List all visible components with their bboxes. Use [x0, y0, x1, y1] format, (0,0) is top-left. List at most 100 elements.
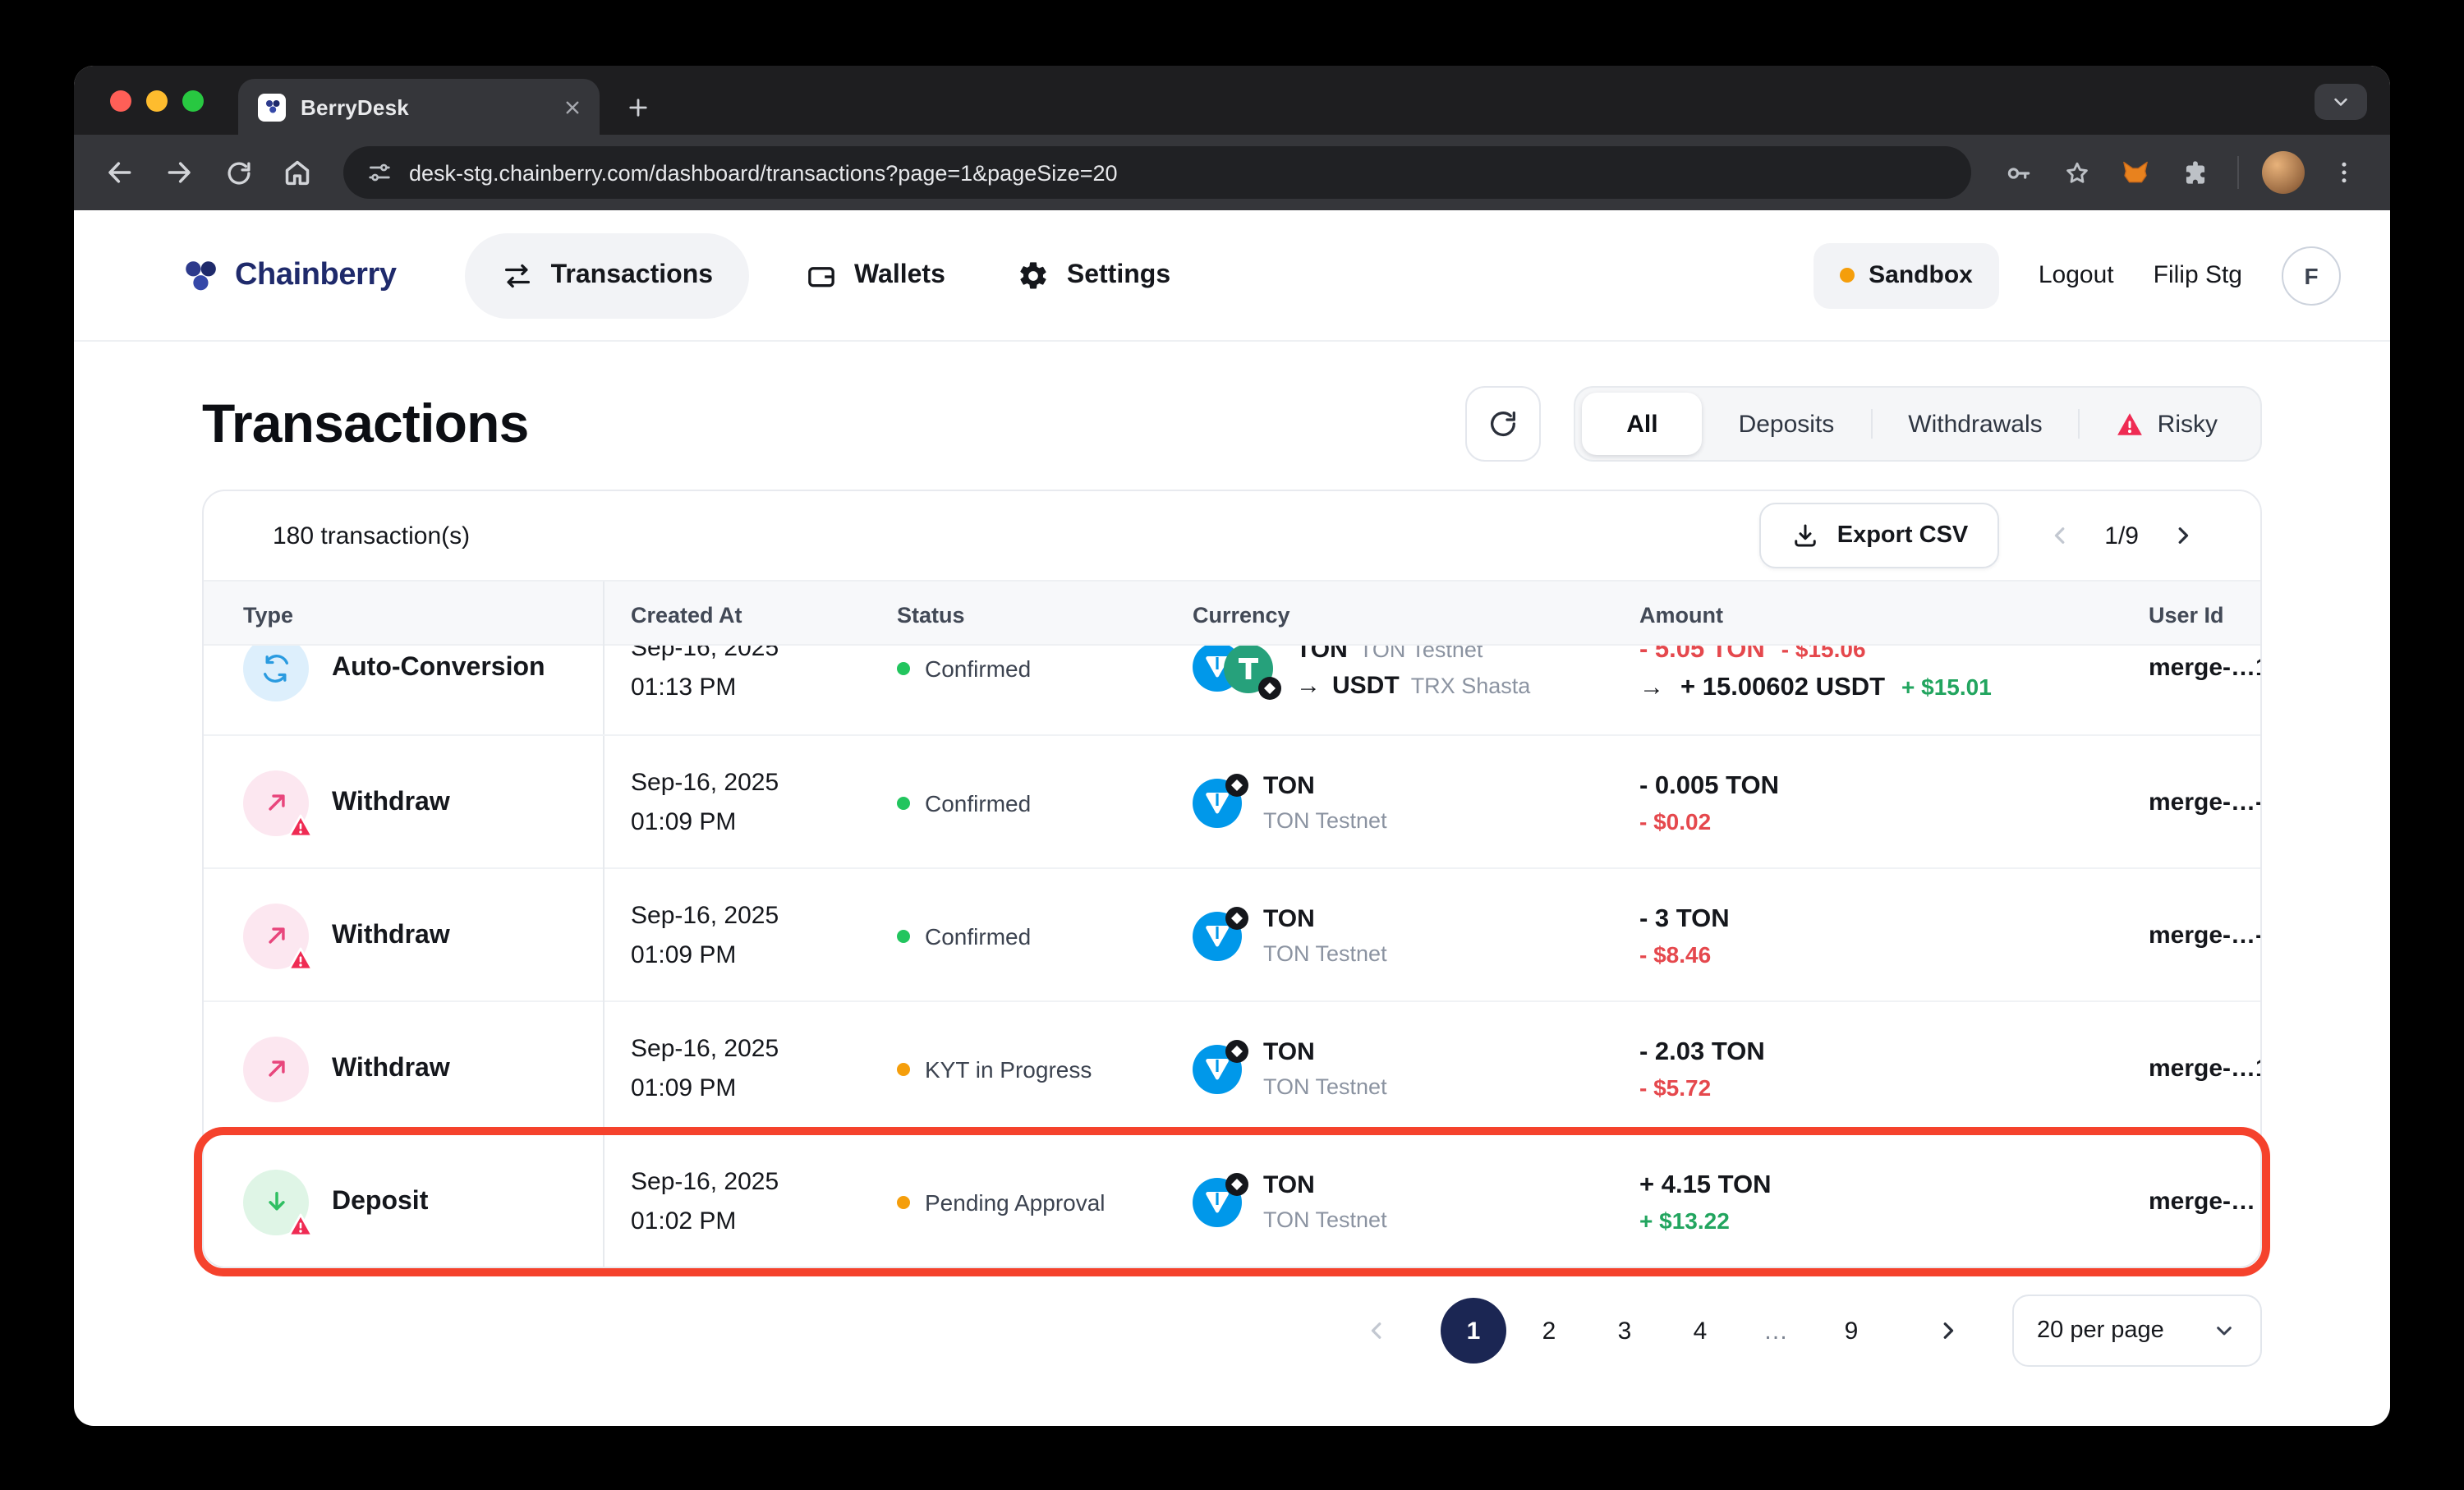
- toolbar-separator: [2237, 156, 2239, 189]
- tab-search-button[interactable]: [2315, 84, 2367, 120]
- browser-tab[interactable]: BerryDesk: [238, 79, 600, 135]
- conversion-arrow: →: [1639, 673, 1664, 701]
- user-id: merge-…-: [2122, 789, 2260, 816]
- transaction-date: Sep-16, 2025: [631, 646, 871, 668]
- table-row[interactable]: Withdraw Sep-16, 2025 01:09 PM Confirmed: [204, 867, 2260, 1000]
- transaction-type: Deposit: [332, 1187, 428, 1216]
- logout-link[interactable]: Logout: [2039, 261, 2114, 289]
- amount-crypto: + 4.15 TON: [1639, 1166, 2122, 1203]
- password-key-button[interactable]: [1991, 146, 2043, 199]
- nav-settings[interactable]: Settings: [1001, 232, 1187, 318]
- warning-triangle-icon: [287, 1212, 314, 1238]
- tab-risky[interactable]: Risky: [2080, 393, 2254, 455]
- extensions-puzzle-button[interactable]: [2168, 146, 2221, 199]
- chainberry-logo-icon: [179, 254, 222, 297]
- card-pager: 1/9: [2042, 517, 2201, 554]
- minimize-window-button[interactable]: [146, 90, 168, 111]
- back-button[interactable]: [94, 146, 146, 199]
- page-button-9[interactable]: 9: [1818, 1298, 1884, 1364]
- export-csv-button[interactable]: Export CSV: [1760, 503, 2000, 568]
- nav-settings-label: Settings: [1067, 260, 1170, 290]
- home-button[interactable]: [271, 146, 324, 199]
- nav-transactions-label: Transactions: [551, 260, 713, 290]
- fullscreen-window-button[interactable]: [182, 90, 204, 111]
- status-label: Confirmed: [925, 789, 1031, 816]
- browser-profile-avatar[interactable]: [2262, 151, 2305, 194]
- currency-symbol: TON: [1263, 768, 1387, 804]
- table-row[interactable]: Auto-Conversion Sep-16, 2025 01:13 PM Co…: [204, 646, 2260, 734]
- amount-fiat: - $0.02: [1639, 804, 2122, 839]
- tab-deposits[interactable]: Deposits: [1703, 393, 1871, 455]
- page-button-1[interactable]: 1: [1441, 1298, 1506, 1364]
- table-body: Auto-Conversion Sep-16, 2025 01:13 PM Co…: [204, 646, 2260, 1267]
- page-button-2[interactable]: 2: [1516, 1298, 1582, 1364]
- url-text: desk-stg.chainberry.com/dashboard/transa…: [409, 160, 1118, 185]
- new-tab-button[interactable]: [616, 85, 659, 128]
- address-bar[interactable]: desk-stg.chainberry.com/dashboard/transa…: [343, 146, 1971, 199]
- transaction-count: 180 transaction(s): [273, 522, 470, 550]
- forward-button[interactable]: [153, 146, 205, 199]
- transaction-type: Withdraw: [332, 921, 450, 950]
- transaction-type: Withdraw: [332, 788, 450, 817]
- metamask-extension-button[interactable]: [2109, 146, 2162, 199]
- amount-fiat: + $13.22: [1639, 1203, 2122, 1238]
- bookmark-star-button[interactable]: [2050, 146, 2103, 199]
- tab-deposits-label: Deposits: [1739, 410, 1835, 438]
- to-network: TRX Shasta: [1411, 673, 1531, 697]
- card-prev-page-button[interactable]: [2042, 517, 2078, 554]
- refresh-button[interactable]: [1465, 386, 1541, 462]
- user-avatar[interactable]: F: [2282, 246, 2341, 305]
- title-row: Transactions All Deposits Withdrawals: [202, 384, 2262, 463]
- tab-withdrawals[interactable]: Withdrawals: [1872, 393, 2078, 455]
- transaction-time: 01:09 PM: [631, 936, 871, 975]
- status-label: Confirmed: [925, 655, 1031, 681]
- tab-all-label: All: [1626, 410, 1657, 438]
- browser-menu-button[interactable]: [2318, 146, 2370, 199]
- tab-close-icon[interactable]: [557, 92, 586, 122]
- site-settings-icon[interactable]: [366, 159, 393, 186]
- table-row[interactable]: Withdraw Sep-16, 2025 01:09 PM Confirmed: [204, 734, 2260, 867]
- to-amount: + 15.00602 USDT: [1680, 668, 1885, 706]
- brand-name: Chainberry: [235, 257, 397, 293]
- pagination-next-button[interactable]: [1920, 1303, 1976, 1359]
- reload-button[interactable]: [212, 146, 264, 199]
- chainberry-brand[interactable]: Chainberry: [179, 254, 397, 297]
- risky-warning-icon: [2117, 410, 2145, 438]
- deposit-icon: [243, 1169, 309, 1235]
- col-header-amount: Amount: [1613, 602, 2122, 627]
- card-next-page-button[interactable]: [2165, 517, 2201, 554]
- berrydesk-favicon-icon: [258, 93, 286, 121]
- swap-arrows-icon: [502, 259, 535, 292]
- network-badge-icon: [1225, 1039, 1248, 1062]
- per-page-select[interactable]: 20 per page: [2012, 1295, 2262, 1367]
- withdraw-icon: [243, 770, 309, 835]
- page-button-3[interactable]: 3: [1592, 1298, 1657, 1364]
- col-header-status: Status: [871, 602, 1166, 627]
- pagination-prev-button[interactable]: [1349, 1303, 1404, 1359]
- close-window-button[interactable]: [110, 90, 131, 111]
- amount-crypto: - 3 TON: [1639, 899, 2122, 937]
- conversion-arrow: →: [1296, 671, 1321, 699]
- tab-all[interactable]: All: [1582, 393, 1702, 455]
- amount-crypto: - 2.03 TON: [1639, 1032, 2122, 1070]
- col-header-user: User Id: [2122, 602, 2260, 627]
- sandbox-badge[interactable]: Sandbox: [1813, 242, 1999, 308]
- table-row[interactable]: Withdraw Sep-16, 2025 01:09 PM KYT in Pr…: [204, 1000, 2260, 1134]
- transaction-time: 01:09 PM: [631, 1069, 871, 1108]
- currency-network: TON Testnet: [1263, 1070, 1387, 1103]
- page-button-4[interactable]: 4: [1667, 1298, 1733, 1364]
- nav-transactions[interactable]: Transactions: [466, 232, 749, 318]
- transactions-card-wrap: 180 transaction(s) Export CSV 1/9: [202, 490, 2262, 1268]
- page-indicator: 1/9: [2104, 522, 2139, 550]
- header-right: Sandbox Logout Filip Stg F: [1813, 242, 2341, 308]
- warning-triangle-icon: [287, 945, 314, 972]
- table-row[interactable]: Deposit Sep-16, 2025 01:02 PM Pending Ap…: [204, 1134, 2260, 1267]
- transaction-date: Sep-16, 2025: [631, 1162, 871, 1202]
- transaction-time: 01:09 PM: [631, 802, 871, 842]
- user-id: merge-…1: [2122, 654, 2260, 682]
- desktop: BerryDesk: [0, 0, 2464, 1490]
- col-header-created: Created At: [605, 602, 871, 627]
- from-fiat: - $15.06: [1781, 646, 1866, 666]
- currency-symbol: TON: [1263, 901, 1387, 937]
- nav-wallets[interactable]: Wallets: [788, 232, 962, 318]
